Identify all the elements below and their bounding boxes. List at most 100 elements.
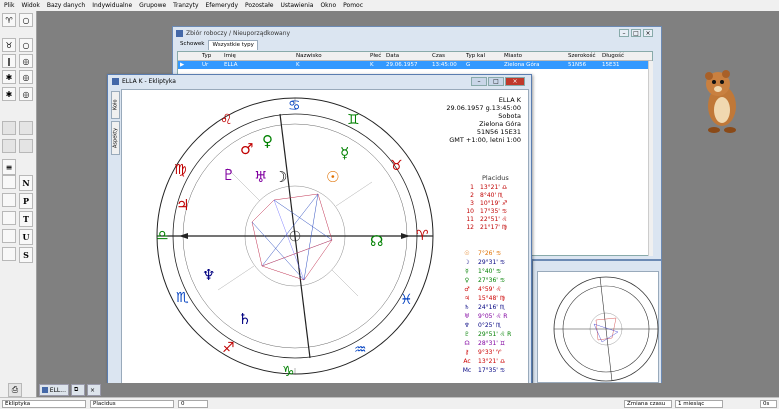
tab-aspects[interactable]: Aspekty bbox=[111, 121, 120, 155]
planet-glyph-icon: Ac bbox=[463, 358, 471, 365]
menu-item-10[interactable]: Pomoc bbox=[343, 2, 363, 9]
mdi-restore-button[interactable]: ⧉ bbox=[71, 384, 85, 396]
target-icon-button[interactable]: ◎ bbox=[19, 54, 33, 68]
col-surname[interactable]: Nazwisko bbox=[296, 53, 322, 59]
target-icon-button-3[interactable]: ◎ bbox=[19, 87, 33, 101]
target-icon-button-2[interactable]: ◎ bbox=[19, 70, 33, 84]
close-button[interactable]: × bbox=[643, 29, 653, 37]
menu-item-7[interactable]: Pozostałe bbox=[245, 2, 273, 9]
minimize-button[interactable]: – bbox=[619, 29, 629, 37]
asc-arrow-icon bbox=[179, 233, 188, 239]
printer-icon-button[interactable]: ⎙ bbox=[8, 383, 22, 397]
grey-icon-button-8[interactable] bbox=[2, 229, 16, 243]
vertical-scrollbar[interactable] bbox=[648, 61, 653, 256]
secondary-chart-window bbox=[532, 260, 662, 388]
menu-item-9[interactable]: Okno bbox=[320, 2, 336, 9]
planet-row: ♆ 0°25' ♏ bbox=[462, 322, 501, 329]
planet-mars-icon: ♂ bbox=[240, 140, 253, 158]
close-button[interactable]: × bbox=[505, 77, 525, 86]
p-button[interactable]: P bbox=[19, 193, 33, 209]
wheel-icon-button[interactable]: ♈ bbox=[2, 13, 16, 27]
mdi-close-button[interactable]: × bbox=[87, 384, 101, 396]
planet-position: 28°31' ♊ bbox=[478, 340, 506, 347]
maximize-button[interactable]: □ bbox=[631, 29, 641, 37]
planet-uranus-icon: ♅ bbox=[254, 168, 267, 186]
house-number: 1 bbox=[470, 184, 474, 191]
grey-icon-button-3[interactable] bbox=[2, 139, 16, 153]
s-button[interactable]: S bbox=[19, 247, 33, 263]
offset-field[interactable]: 0 bbox=[178, 400, 208, 408]
grey-icon-button-7[interactable] bbox=[2, 211, 16, 225]
sign-aquarius-icon: ♒ bbox=[354, 342, 367, 358]
planet-row: ☊ 28°31' ♊ bbox=[462, 340, 505, 347]
n-button[interactable]: N bbox=[19, 175, 33, 191]
minimize-button[interactable]: – bbox=[471, 77, 487, 86]
house-position: 8°40' ♏ bbox=[480, 192, 504, 199]
circle-icon-button[interactable]: ○ bbox=[19, 13, 33, 27]
col-longitude[interactable]: Długość bbox=[602, 53, 624, 59]
menu-item-1[interactable]: Widok bbox=[21, 2, 39, 9]
working-set-title: Zbiór roboczy / Nieuporządkowany bbox=[186, 29, 291, 37]
grey-icon-button-4[interactable] bbox=[19, 139, 33, 153]
sign-taurus-icon: ♉ bbox=[390, 158, 403, 174]
col-city[interactable]: Miasto bbox=[504, 53, 522, 59]
mdi-tab-chart[interactable]: ELL... bbox=[39, 384, 69, 396]
col-cal-type[interactable]: Typ kal bbox=[466, 53, 485, 59]
time-step-select[interactable]: 1 miesiąc bbox=[675, 400, 723, 408]
planet-row: ♄ 24°16' ♏ bbox=[462, 304, 505, 311]
time-change-label: Zmiana czasu bbox=[624, 400, 672, 408]
chart-icon-button[interactable]: ♉ bbox=[2, 38, 16, 52]
menu-item-0[interactable]: Plik bbox=[4, 2, 14, 9]
grey-icon-button-2[interactable] bbox=[19, 121, 33, 135]
grey-icon-button-5[interactable] bbox=[2, 175, 16, 189]
planet-position: 13°21' ♎ bbox=[478, 358, 506, 365]
col-name[interactable]: Imię bbox=[224, 53, 236, 59]
grey-icon-button-9[interactable] bbox=[2, 247, 16, 261]
tab-wheel[interactable]: Koło bbox=[111, 91, 120, 119]
u-button[interactable]: U bbox=[19, 229, 33, 245]
cell-time: 13:45:00 bbox=[432, 62, 457, 68]
col-type[interactable]: Typ bbox=[202, 53, 211, 59]
list-icon-button[interactable]: ≡ bbox=[2, 159, 16, 175]
tab-clipboard[interactable]: Schowek bbox=[177, 40, 207, 50]
menu-item-2[interactable]: Bazy danych bbox=[47, 2, 85, 9]
house-number: 10 bbox=[466, 208, 474, 215]
menu-item-5[interactable]: Tranzyty bbox=[173, 2, 198, 9]
planet-position: 4°59' ♌ bbox=[478, 286, 502, 293]
planet-glyph-icon: ♄ bbox=[464, 304, 470, 311]
col-date[interactable]: Data bbox=[386, 53, 399, 59]
menu-item-3[interactable]: Indywidualne bbox=[92, 2, 132, 9]
maximize-button[interactable]: □ bbox=[488, 77, 504, 86]
planet-row: ♅ 9°05' ♌ R bbox=[462, 313, 507, 320]
circle-icon-button-2[interactable]: ○ bbox=[19, 38, 33, 52]
window-icon bbox=[42, 387, 48, 393]
house-system-select[interactable]: Placidus bbox=[90, 400, 174, 408]
planet-glyph-icon: ♅ bbox=[464, 313, 470, 320]
house-position: 10°19' ♐ bbox=[480, 200, 508, 207]
t-button[interactable]: T bbox=[19, 211, 33, 227]
pause-icon-button[interactable]: ‖ bbox=[2, 54, 16, 68]
planet-row: ♀ 27°36' ♋ bbox=[462, 277, 505, 284]
sign-aries-icon: ♈ bbox=[416, 228, 429, 244]
planet-glyph-icon: ♂ bbox=[464, 286, 470, 293]
planet-sun-icon: ☉ bbox=[326, 168, 339, 186]
tab-all-types[interactable]: Wszystkie typy bbox=[208, 40, 258, 50]
col-time[interactable]: Czas bbox=[432, 53, 445, 59]
menu-item-8[interactable]: Ustawienia bbox=[280, 2, 313, 9]
planet-position: 7°26' ♋ bbox=[478, 250, 502, 257]
star-icon-button-2[interactable]: ✱ bbox=[2, 87, 16, 101]
cell-surname: K bbox=[296, 62, 300, 68]
cell-cal-type: G bbox=[466, 62, 471, 68]
menu-item-6[interactable]: Efemerydy bbox=[206, 2, 239, 9]
grey-icon-button[interactable] bbox=[2, 121, 16, 135]
planet-glyph-icon: ⚷ bbox=[464, 349, 470, 356]
house-number: 2 bbox=[470, 192, 474, 199]
chart-type-select[interactable]: Ekliptyka bbox=[2, 400, 86, 408]
grey-icon-button-6[interactable] bbox=[2, 193, 16, 207]
table-row[interactable]: ▶ Ur ELLA K K 29.06.1957 13:45:00 G Ziel… bbox=[178, 61, 648, 69]
col-latitude[interactable]: Szerokość bbox=[568, 53, 596, 59]
col-sex[interactable]: Płeć bbox=[370, 53, 381, 59]
info-datetime: 29.06.1957 g.13:45:00 bbox=[446, 104, 521, 112]
menu-item-4[interactable]: Grupowe bbox=[139, 2, 166, 9]
star-icon-button[interactable]: ✱ bbox=[2, 70, 16, 84]
